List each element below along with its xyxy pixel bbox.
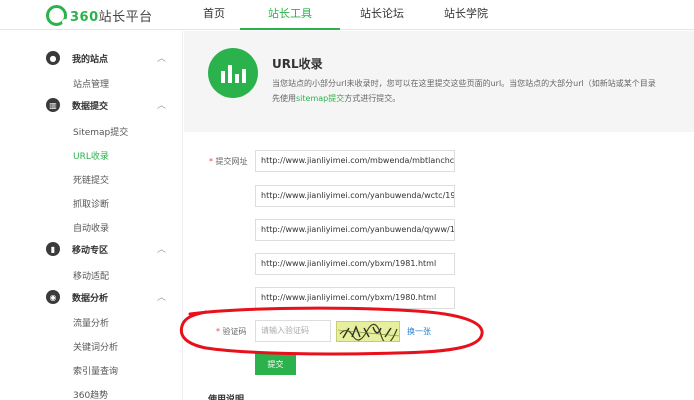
chart-icon: ▥ — [46, 98, 60, 112]
url-label-text: 提交网址 — [215, 157, 248, 166]
nav-tools[interactable]: 站长工具 — [240, 0, 340, 30]
nav-academy[interactable]: 站长学院 — [424, 0, 508, 30]
top-navbar: 360站长平台 首页 站长工具 站长论坛 站长学院 — [0, 0, 694, 30]
mobile-icon: ▮ — [46, 242, 60, 256]
description-line-2: 先使用sitemap提交方式进行提交。 — [272, 93, 400, 104]
url-input-3[interactable]: http://www.jianliyimei.com/yanbuwenda/qy… — [255, 219, 455, 241]
sidebar-item-index[interactable]: 索引量查询 — [73, 364, 118, 377]
usage-instructions-title: 使用说明 — [208, 395, 245, 400]
desc-prefix: 先使用 — [272, 94, 296, 103]
url-input-1[interactable]: http://www.jianliyimei.com/mbwenda/mbtla… — [255, 150, 455, 172]
description-line-1: 当您站点的小部分url未收录时，您可以在这里提交这些页面的url。当您站点的大部… — [272, 79, 656, 88]
sidebar-item-url-submit[interactable]: URL收录 — [73, 149, 109, 162]
sidebar-item-trend[interactable]: 360趋势 — [73, 388, 108, 400]
nav-home[interactable]: 首页 — [188, 0, 240, 30]
red-annotation-ellipse — [179, 306, 484, 356]
sidebar-item-sitemap[interactable]: Sitemap提交 — [73, 125, 128, 138]
section-label: 我的站点 — [72, 54, 109, 65]
logo-icon — [46, 4, 68, 26]
sidebar-section-analytics[interactable]: ◉ 数据分析 ︿ — [46, 286, 170, 308]
tool-header — [184, 31, 694, 121]
sidebar-item-mobile-adapt[interactable]: 移动适配 — [73, 269, 109, 282]
chevron-up-icon: ︿ — [156, 245, 166, 255]
logo-prefix: 360 — [70, 9, 99, 25]
analytics-icon: ◉ — [46, 290, 60, 304]
section-label: 数据分析 — [72, 293, 109, 304]
url-field-label: * 提交网址 — [209, 157, 248, 166]
url-input-2[interactable]: http://www.jianliyimei.com/yanbuwenda/wc… — [255, 185, 455, 207]
site-logo[interactable]: 360站长平台 — [46, 4, 153, 26]
url-input-4[interactable]: http://www.jianliyimei.com/ybxm/1981.htm… — [255, 253, 455, 275]
section-label: 移动专区 — [72, 245, 109, 256]
sitemap-link[interactable]: sitemap提交 — [296, 94, 344, 103]
sidebar-section-mobile[interactable]: ▮ 移动专区 ︿ — [46, 238, 170, 260]
bar-chart-icon — [208, 48, 258, 98]
chevron-up-icon: ︿ — [156, 54, 166, 64]
sidebar-item-keywords[interactable]: 关键词分析 — [73, 340, 118, 353]
submit-button[interactable]: 提交 — [255, 353, 296, 375]
sidebar-section-my-sites[interactable]: ● 我的站点 ︿ — [46, 47, 170, 69]
section-label: 数据提交 — [72, 101, 109, 112]
user-icon: ● — [46, 51, 60, 65]
logo-title: 站长平台 — [98, 9, 153, 25]
sidebar-section-data-submit[interactable]: ▥ 数据提交 ︿ — [46, 94, 170, 116]
sidebar-item-deadlink[interactable]: 死链提交 — [73, 173, 109, 186]
sidebar-item-traffic[interactable]: 流量分析 — [73, 316, 109, 329]
desc-suffix: 方式进行提交。 — [344, 94, 401, 103]
nav-forum[interactable]: 站长论坛 — [340, 0, 424, 30]
sidebar-item-auto-include[interactable]: 自动收录 — [73, 221, 109, 234]
sidebar-item-site-manage[interactable]: 站点管理 — [73, 77, 109, 90]
sidebar-item-crawl-diagnose[interactable]: 抓取诊断 — [73, 197, 109, 210]
page-title: URL收录 — [272, 57, 323, 71]
main-nav: 首页 站长工具 站长论坛 站长学院 — [188, 0, 508, 30]
chevron-up-icon: ︿ — [156, 101, 166, 111]
chevron-up-icon: ︿ — [156, 293, 166, 303]
